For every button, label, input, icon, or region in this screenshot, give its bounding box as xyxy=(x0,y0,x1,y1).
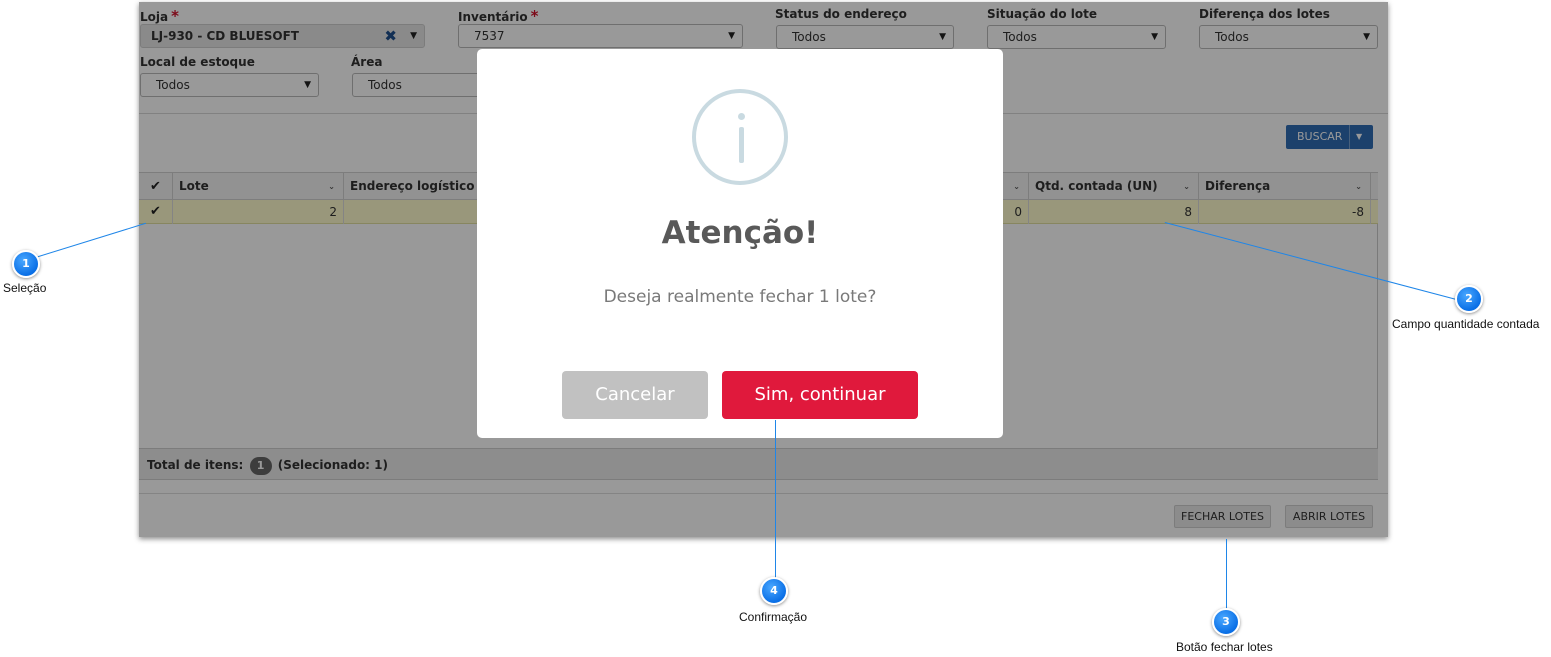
callout-3-line xyxy=(1226,539,1227,609)
callout-4-label: Confirmação xyxy=(739,610,808,624)
callout-4-line xyxy=(775,420,776,578)
callout-2-badge: 2 xyxy=(1455,285,1483,313)
callout-3-label: Botão fechar lotes xyxy=(1176,640,1273,654)
info-icon-dot xyxy=(738,113,745,120)
callout-4-badge: 4 xyxy=(760,577,788,605)
stage: Loja * LJ-930 - CD BLUESOFT ✖ ▼ Inventári… xyxy=(0,0,1551,657)
callout-2-label: Campo quantidade contada xyxy=(1392,317,1540,331)
callout-1-badge: 1 xyxy=(12,250,40,278)
info-icon-stem xyxy=(739,127,744,163)
cancel-button[interactable]: Cancelar xyxy=(562,371,708,419)
callout-1-line xyxy=(32,222,146,259)
dialog-title: Atenção! xyxy=(661,215,819,251)
callout-3-badge: 3 xyxy=(1212,608,1240,636)
callout-1-label: Seleção xyxy=(3,281,47,295)
dialog-message: Deseja realmente fechar 1 lote? xyxy=(603,287,877,307)
confirm-button[interactable]: Sim, continuar xyxy=(722,371,918,419)
info-icon xyxy=(692,89,788,185)
confirm-dialog: Atenção! Deseja realmente fechar 1 lote?… xyxy=(477,49,1003,438)
